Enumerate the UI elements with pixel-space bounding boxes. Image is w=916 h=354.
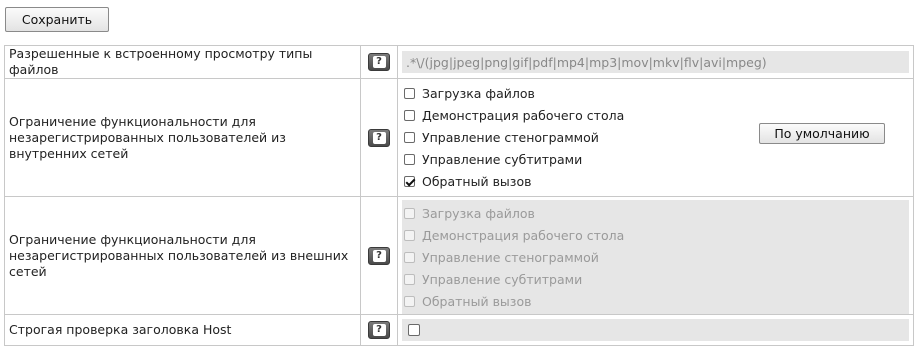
option-file-upload: Загрузка файлов — [402, 202, 909, 224]
host-check-checkbox[interactable] — [408, 324, 420, 336]
checkbox[interactable] — [404, 109, 415, 121]
checkbox-disabled — [404, 229, 415, 241]
checkbox-disabled — [404, 274, 415, 286]
option-subtitle-control[interactable]: Управление субтитрами — [402, 149, 909, 171]
external-networks-label: Ограничение функциональности для незарег… — [4, 197, 360, 314]
row-file-types: Разрешенные к встроенному просмотру типы… — [4, 45, 914, 78]
internal-networks-label: Ограничение функциональности для незарег… — [4, 79, 360, 196]
checkbox[interactable] — [404, 154, 415, 166]
checkbox[interactable] — [404, 131, 415, 143]
help-icon[interactable]: ? — [368, 128, 390, 147]
help-icon[interactable]: ? — [368, 246, 390, 265]
help-icon[interactable]: ? — [368, 53, 390, 71]
checkbox-disabled — [404, 207, 415, 219]
option-callback[interactable]: Обратный вызов — [402, 171, 909, 193]
default-button[interactable]: По умолчанию — [759, 123, 885, 144]
host-check-label: Строгая проверка заголовка Host — [4, 315, 360, 345]
row-internal-networks: Ограничение функциональности для незарег… — [4, 78, 914, 196]
option-desktop-sharing: Демонстрация рабочего стола — [402, 224, 909, 246]
option-callback: Обратный вызов — [402, 291, 909, 313]
row-host-check: Строгая проверка заголовка Host ? — [4, 314, 914, 346]
file-types-label: Разрешенные к встроенному просмотру типы… — [4, 46, 360, 78]
save-button[interactable]: Сохранить — [5, 7, 109, 32]
checkbox[interactable] — [404, 87, 415, 99]
settings-table: Разрешенные к встроенному просмотру типы… — [4, 45, 914, 346]
option-file-upload[interactable]: Загрузка файлов — [402, 82, 909, 104]
external-options: Загрузка файлов Демонстрация рабочего ст… — [402, 200, 909, 315]
internal-options: Загрузка файлов Демонстрация рабочего ст… — [397, 79, 914, 196]
checkbox-checked[interactable] — [404, 176, 415, 188]
option-transcript-control: Управление стенограммой — [402, 246, 909, 268]
checkbox-disabled — [404, 296, 415, 308]
file-types-input: .*\/(jpg|jpeg|png|gif|pdf|mp4|mp3|mov|mk… — [402, 51, 909, 73]
checkbox-disabled — [404, 251, 415, 263]
help-icon[interactable]: ? — [368, 321, 390, 339]
row-external-networks: Ограничение функциональности для незарег… — [4, 196, 914, 315]
option-subtitle-control: Управление субтитрами — [402, 269, 909, 291]
